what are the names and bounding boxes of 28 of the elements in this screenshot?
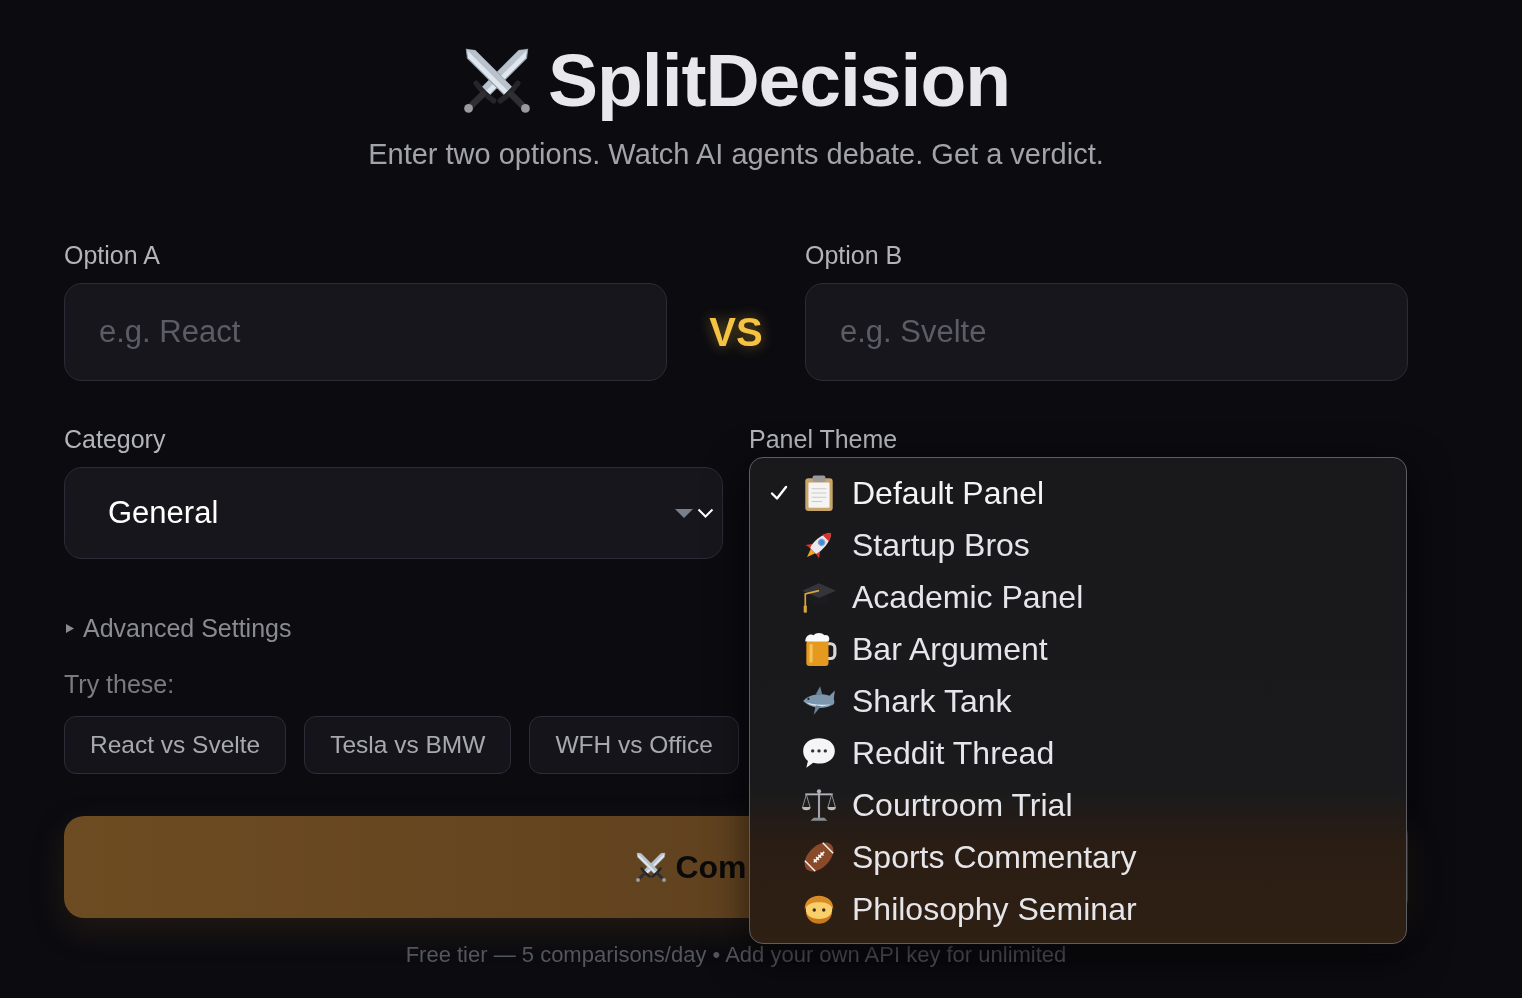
category-select[interactable]: General xyxy=(64,467,723,559)
advanced-settings-toggle[interactable]: Advanced Settings xyxy=(64,615,292,641)
field-label: Panel Theme xyxy=(749,426,899,452)
example-chip[interactable]: React vs Svelte xyxy=(64,716,287,774)
menu-option[interactable]: Shark Tank xyxy=(750,675,1406,727)
menu-option[interactable]: Reddit Thread xyxy=(750,727,1406,779)
crossed-swords-icon xyxy=(635,851,668,883)
chevron-down-icon xyxy=(697,508,714,518)
field-label: Option B xyxy=(805,242,904,268)
versus-label: VS xyxy=(708,308,764,356)
example-chip[interactable]: WFH vs Office xyxy=(529,716,739,774)
field-label: Option A xyxy=(64,242,161,268)
example-chip[interactable]: Tesla vs BMW xyxy=(304,716,512,774)
option-input[interactable]: e.g. Svelte xyxy=(805,283,1408,381)
field-label: Category xyxy=(64,426,167,452)
menu-option[interactable]: Bar Argument xyxy=(750,623,1406,675)
menu-option[interactable]: Sports Commentary xyxy=(750,831,1406,883)
app-title: SplitDecision xyxy=(547,40,1011,120)
checkmark-icon xyxy=(769,483,789,503)
app-subtitle: Enter two options. Watch AI agents debate. Get a verdict. xyxy=(368,138,1104,170)
menu-option[interactable]: Default Panel xyxy=(750,467,1406,519)
footer-note: Free tier — 5 comparisons/day • Add your own API key for unlimited xyxy=(404,942,1068,968)
examples-label: Try these: xyxy=(64,671,176,697)
triangle-down-icon xyxy=(675,508,693,518)
option-input[interactable]: e.g. React xyxy=(64,283,667,381)
menu-option[interactable]: Academic Panel xyxy=(750,571,1406,623)
menu-option[interactable]: Startup Bros xyxy=(750,519,1406,571)
scales-icon xyxy=(800,786,838,824)
